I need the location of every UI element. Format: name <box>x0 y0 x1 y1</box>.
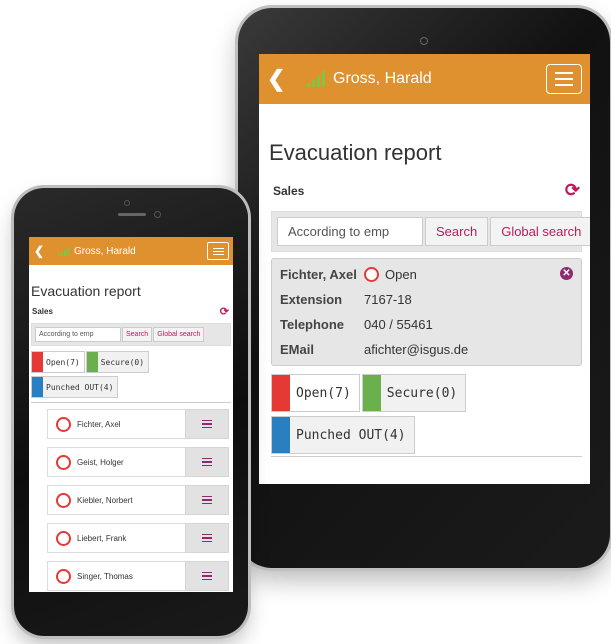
telephone-value[interactable]: 040 / 55461 <box>364 317 433 332</box>
open-color-swatch <box>32 352 43 372</box>
employee-entry[interactable]: Singer, Thomas <box>47 561 185 591</box>
hamburger-menu-icon[interactable] <box>546 64 582 94</box>
employee-menu-button[interactable] <box>185 561 229 591</box>
refresh-icon[interactable]: ⟳ <box>565 180 580 201</box>
page-title: Evacuation report <box>31 283 141 299</box>
status-tabs: Open(7) Secure(0) Punched OUT(4) <box>271 374 582 457</box>
list-item[interactable]: Fichter, Axel <box>47 409 229 439</box>
tab-open[interactable]: Open(7) <box>31 351 85 373</box>
secure-color-swatch <box>362 375 381 411</box>
app-header: ❮ Gross, Harald <box>259 54 590 104</box>
phone-camera <box>154 211 161 218</box>
list-item[interactable]: Singer, Thomas <box>47 561 229 591</box>
search-bar: According to emp Search Global search <box>271 211 590 252</box>
global-search-button[interactable]: Global search <box>153 327 205 342</box>
tab-label: Open(7) <box>46 357 80 367</box>
search-input[interactable]: According to emp <box>35 327 121 342</box>
user-name: Gross, Harald <box>333 70 432 87</box>
employee-menu-button[interactable] <box>185 447 229 477</box>
open-status-icon <box>56 492 71 508</box>
tab-label: Secure(0) <box>100 357 145 367</box>
tablet-screen: ❮ Gross, Harald Evacuation report Sales … <box>259 54 590 484</box>
employee-menu-button[interactable] <box>185 523 229 553</box>
employee-name: Liebert, Frank <box>77 533 127 543</box>
department-row: Sales ⟳ <box>32 305 229 318</box>
employee-name: Singer, Thomas <box>77 571 133 581</box>
department-row: Sales ⟳ <box>273 180 580 201</box>
employee-name: Fichter, Axel <box>77 419 121 429</box>
employee-list: Fichter, Axel Geist, Holger Kiebler, Nor… <box>47 409 229 591</box>
email-value[interactable]: afichter@isgus.de <box>364 342 468 357</box>
signal-strength-icon <box>58 246 69 256</box>
hamburger-menu-icon[interactable] <box>207 242 229 260</box>
tab-punched-out[interactable]: Punched OUT(4) <box>31 376 119 398</box>
search-button[interactable]: Search <box>122 327 153 342</box>
open-status-icon <box>56 568 71 584</box>
employee-name: Kiebler, Norbert <box>77 495 133 505</box>
app-header: ❮ Gross, Harald <box>29 237 233 265</box>
department-label: Sales <box>32 307 53 316</box>
employee-entry[interactable]: Kiebler, Norbert <box>47 485 185 515</box>
search-input[interactable]: According to emp <box>277 217 423 246</box>
search-bar: According to emp Search Global search <box>31 323 231 346</box>
list-item[interactable]: Kiebler, Norbert <box>47 485 229 515</box>
employee-detail-card: Fichter, Axel Open Extension 7167-18 Tel… <box>271 258 582 366</box>
open-color-swatch <box>272 375 290 411</box>
page-title: Evacuation report <box>269 140 442 165</box>
chevron-left-icon[interactable]: ❮ <box>267 66 289 92</box>
refresh-icon[interactable]: ⟳ <box>220 305 229 318</box>
extension-value: 7167-18 <box>364 292 412 307</box>
list-item[interactable]: Liebert, Frank <box>47 523 229 553</box>
global-search-button[interactable]: Global search <box>490 217 590 246</box>
employee-entry[interactable]: Fichter, Axel <box>47 409 185 439</box>
punched-out-color-swatch <box>272 417 290 453</box>
open-status-icon <box>56 530 71 546</box>
secure-color-swatch <box>86 352 98 372</box>
tab-punched-out[interactable]: Punched OUT(4) <box>271 416 415 454</box>
tab-secure[interactable]: Secure(0) <box>361 374 467 412</box>
open-status-icon <box>56 416 71 432</box>
employee-menu-button[interactable] <box>185 409 229 439</box>
tablet-device: ❮ Gross, Harald Evacuation report Sales … <box>238 8 610 568</box>
department-label: Sales <box>273 183 305 198</box>
tab-label: Punched OUT(4) <box>46 382 114 392</box>
employee-name: Geist, Holger <box>77 457 124 467</box>
employee-menu-button[interactable] <box>185 485 229 515</box>
status-label: Open <box>385 267 417 282</box>
phone-screen: ❮ Gross, Harald Evacuation report Sales … <box>29 237 233 592</box>
phone-device: ❮ Gross, Harald Evacuation report Sales … <box>14 188 248 636</box>
tab-label: Secure(0) <box>386 385 458 401</box>
telephone-label: Telephone <box>280 317 345 332</box>
status-tabs: Open(7) Secure(0) Punched OUT(4) <box>31 351 231 403</box>
detail-name: Fichter, Axel <box>280 267 357 282</box>
signal-strength-icon <box>307 71 325 87</box>
employee-entry[interactable]: Liebert, Frank <box>47 523 185 553</box>
search-button[interactable]: Search <box>425 217 489 246</box>
extension-label: Extension <box>280 292 343 307</box>
close-icon[interactable]: ✕ <box>560 267 573 280</box>
status-indicator: Open <box>364 267 417 282</box>
open-status-icon <box>56 454 71 470</box>
chevron-left-icon[interactable]: ❮ <box>34 244 46 258</box>
tab-label: Open(7) <box>296 385 351 401</box>
open-status-icon <box>364 267 379 282</box>
email-label: EMail <box>280 342 314 357</box>
tab-label: Punched OUT(4) <box>296 427 406 443</box>
phone-speaker <box>118 213 146 216</box>
tab-open[interactable]: Open(7) <box>271 374 360 412</box>
employee-entry[interactable]: Geist, Holger <box>47 447 185 477</box>
user-name: Gross, Harald <box>74 245 136 257</box>
list-item[interactable]: Geist, Holger <box>47 447 229 477</box>
phone-sensor <box>124 200 130 206</box>
punched-out-color-swatch <box>32 377 43 397</box>
tab-secure[interactable]: Secure(0) <box>85 351 150 373</box>
tablet-camera <box>420 37 428 45</box>
